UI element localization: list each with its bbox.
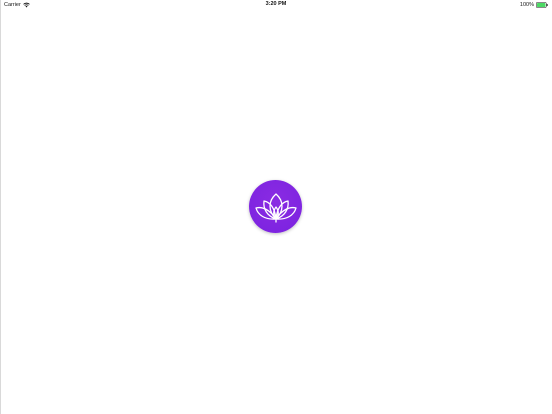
app-logo <box>249 180 302 233</box>
splash-screen: Carrier 3:20 PM 100% <box>0 0 552 414</box>
window-edge <box>0 0 1 414</box>
status-right: 100% <box>520 1 548 8</box>
status-time: 3:20 PM <box>265 1 287 7</box>
battery-icon <box>536 1 548 8</box>
lotus-icon <box>254 191 297 223</box>
status-bar: Carrier 3:20 PM 100% <box>0 0 552 10</box>
battery-percent: 100% <box>519 1 534 8</box>
